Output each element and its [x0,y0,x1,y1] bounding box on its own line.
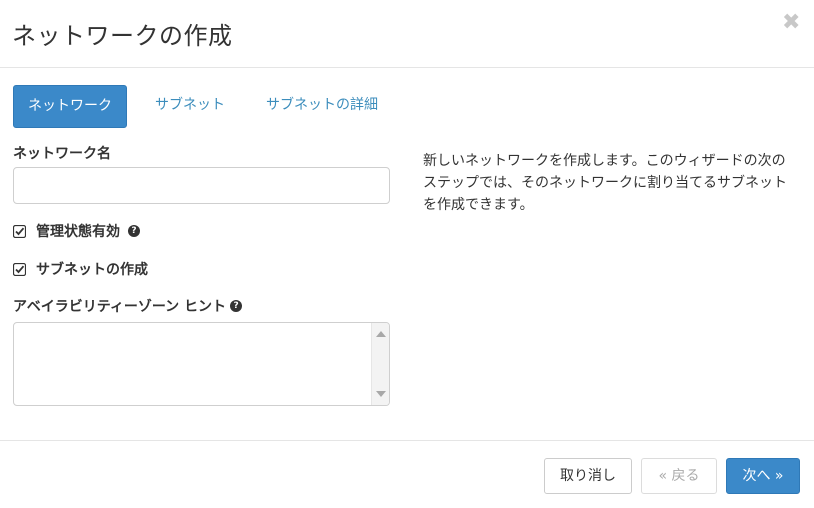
scroll-down-arrow-icon[interactable] [376,391,386,397]
az-hint-label: アベイラビリティーゾーン ヒント [13,299,227,315]
question-circle-icon[interactable]: ? [230,300,243,312]
create-subnet-checkbox[interactable] [13,262,26,276]
network-name-input[interactable] [13,167,390,204]
dialog-header: ネットワークの作成 ✖ [0,0,814,68]
question-circle-icon[interactable]: ? [128,225,140,237]
admin-state-checkbox[interactable] [13,224,26,238]
back-button[interactable]: « 戻る [641,458,717,494]
admin-state-row[interactable]: 管理状態有効 ? [13,222,140,240]
tab-subnet[interactable]: サブネット [141,85,239,128]
network-name-label: ネットワーク名 [13,146,111,162]
scroll-up-arrow-icon[interactable] [376,331,386,337]
create-subnet-row[interactable]: サブネットの作成 [13,260,148,278]
wizard-description: 新しいネットワークを作成します。このウィザードの次のステップでは、そのネットワー… [423,153,787,213]
az-hint-select[interactable] [13,322,390,406]
next-button[interactable]: 次へ » [726,458,800,494]
close-icon[interactable]: ✖ [782,12,800,34]
tab-subnet-details[interactable]: サブネットの詳細 [252,85,392,128]
cancel-button[interactable]: 取り消し [544,458,632,494]
create-subnet-label: サブネットの作成 [36,262,148,278]
tab-network[interactable]: ネットワーク [13,85,127,128]
dialog-title: ネットワークの作成 [12,22,233,50]
admin-state-label: 管理状態有効 [36,224,120,240]
az-hint-label-row: アベイラビリティーゾーン ヒント ? [13,297,243,315]
az-hint-scrollbar[interactable] [371,323,389,405]
